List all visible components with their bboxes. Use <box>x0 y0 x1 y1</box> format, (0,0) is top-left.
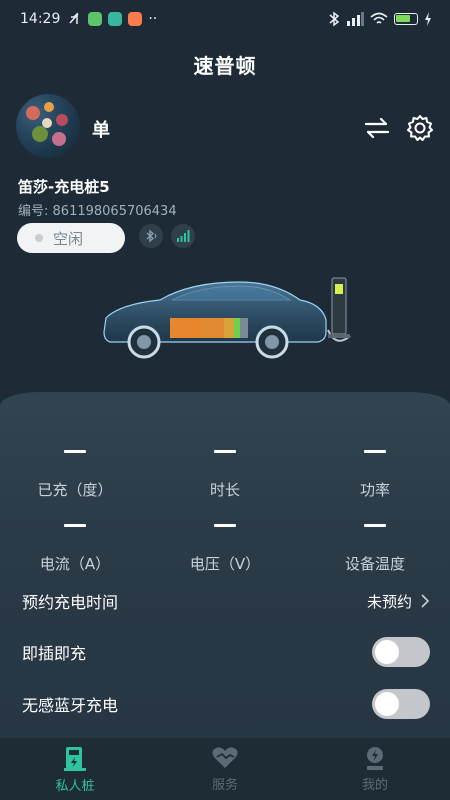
stat-value <box>64 450 86 453</box>
bluetooth-status[interactable] <box>139 224 163 248</box>
chevron-right-icon <box>421 594 430 608</box>
schedule-charge-value: 未预约 <box>367 591 430 612</box>
avatar[interactable] <box>16 94 80 158</box>
tab-label: 我的 <box>361 777 388 793</box>
tab-label: 服务 <box>211 777 238 793</box>
swap-icon <box>364 117 390 139</box>
switch-device-button[interactable] <box>361 112 393 144</box>
app-notification-icon <box>108 12 123 26</box>
stat-label: 时长 <box>209 481 240 499</box>
device-name: 笛莎-充电桩5 <box>18 178 110 196</box>
app-notification-icon <box>88 12 103 26</box>
stat-value <box>364 450 386 453</box>
bluetooth-charge-label: 无感蓝牙充电 <box>22 696 119 715</box>
car-icon <box>103 277 351 359</box>
stat-value <box>214 450 236 453</box>
tab-service[interactable]: 服务 <box>150 738 300 800</box>
plug-and-charge-label: 即插即充 <box>22 644 87 663</box>
device-number-label: 编号: <box>18 204 49 219</box>
profile-icon <box>367 746 383 770</box>
status-more: ·· <box>148 11 158 27</box>
signal-strength-icon <box>177 230 190 242</box>
stat-value <box>64 524 86 527</box>
bottom-tab-bar: 私人桩 服务 我的 <box>0 738 450 800</box>
toggle-knob <box>375 640 399 664</box>
stat-label: 已充（度） <box>37 481 113 499</box>
service-icon <box>212 746 238 768</box>
stat-current: 电流（A） <box>0 524 150 574</box>
mute-icon <box>69 12 79 24</box>
status-bar: 14:29 ·· <box>0 0 450 38</box>
stat-charged: 已充（度） <box>0 450 150 500</box>
tab-mine[interactable]: 我的 <box>300 738 450 800</box>
stat-power: 功率 <box>300 450 450 500</box>
device-number: 编号: 861198065706434 <box>18 200 177 219</box>
plug-and-charge-row: 即插即充 <box>22 632 430 672</box>
battery-icon <box>394 13 418 25</box>
status-badge: 空闲 <box>17 223 125 253</box>
status-dot <box>35 234 43 242</box>
stat-label: 设备温度 <box>344 555 405 573</box>
schedule-charge-row[interactable]: 预约充电时间 未预约 <box>22 581 430 621</box>
settings-button[interactable] <box>404 112 436 144</box>
stat-voltage: 电压（V） <box>150 524 300 574</box>
stat-label: 电流（A） <box>39 555 111 573</box>
plug-and-charge-toggle[interactable] <box>372 637 430 667</box>
status-text: 空闲 <box>53 229 84 248</box>
app-notification-icon <box>128 12 143 26</box>
toggle-knob <box>375 692 399 716</box>
schedule-charge-label: 预约充电时间 <box>22 593 119 612</box>
status-time: 14:29 <box>20 11 61 27</box>
gear-icon <box>407 115 433 141</box>
stat-label: 功率 <box>359 481 390 499</box>
wifi-icon <box>370 12 388 24</box>
tab-private-charger[interactable]: 私人桩 <box>0 738 150 800</box>
charger-icon <box>64 746 86 771</box>
charging-icon <box>425 12 431 26</box>
device-number-value: 861198065706434 <box>52 204 177 219</box>
stat-value <box>214 524 236 527</box>
bluetooth-charge-row: 无感蓝牙充电 <box>22 684 430 724</box>
signal-status[interactable] <box>171 224 195 248</box>
bluetooth-icon <box>146 229 157 243</box>
stat-duration: 时长 <box>150 450 300 500</box>
signal-icon <box>347 12 364 26</box>
stat-temperature: 设备温度 <box>300 524 450 574</box>
stat-label: 电压（V） <box>189 555 261 573</box>
user-name: 单 <box>92 120 110 141</box>
page-title: 速普顿 <box>193 54 257 78</box>
stat-value <box>364 524 386 527</box>
bluetooth-charge-toggle[interactable] <box>372 689 430 719</box>
bluetooth-icon <box>329 11 340 27</box>
tab-label: 私人桩 <box>55 778 95 794</box>
schedule-status: 未预约 <box>366 592 412 611</box>
car-charging-illustration <box>100 270 360 370</box>
